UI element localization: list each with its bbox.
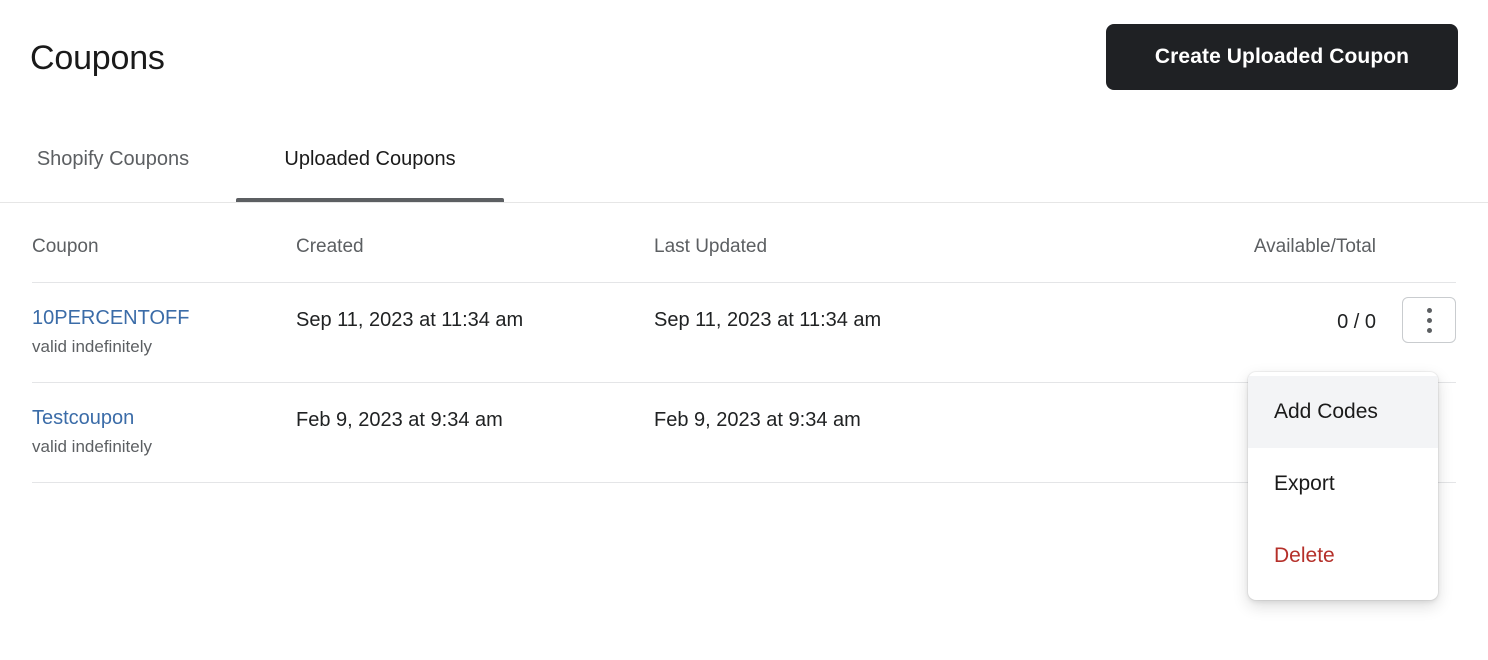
cell-coupon: 10PERCENTOFF valid indefinitely — [32, 282, 296, 383]
last-updated-date: Feb 9, 2023 at 9:34 am — [654, 409, 861, 431]
cell-created: Feb 9, 2023 at 9:34 am — [296, 382, 654, 483]
tab-shopify-coupons[interactable]: Shopify Coupons — [0, 116, 226, 202]
column-header-available-total: Available/Total — [1186, 236, 1376, 283]
menu-item-add-codes[interactable]: Add Codes — [1248, 376, 1438, 448]
table-row: 10PERCENTOFF valid indefinitely Sep 11, … — [32, 282, 1456, 383]
column-header-created: Created — [296, 236, 654, 283]
page-header: Coupons Create Uploaded Coupon — [0, 0, 1488, 116]
page-title: Coupons — [30, 39, 165, 77]
kebab-dot-icon — [1426, 307, 1432, 313]
created-date: Sep 11, 2023 at 11:34 am — [296, 309, 524, 331]
table-header-row: Coupon Created Last Updated Available/To… — [32, 236, 1456, 283]
last-updated-date: Sep 11, 2023 at 11:34 am — [654, 309, 882, 331]
available-total-value: 0 / 0 — [1337, 311, 1376, 333]
cell-last-updated: Feb 9, 2023 at 9:34 am — [654, 382, 1186, 483]
cell-last-updated: Sep 11, 2023 at 11:34 am — [654, 282, 1186, 383]
column-header-actions — [1376, 236, 1456, 283]
menu-item-delete[interactable]: Delete — [1248, 520, 1438, 592]
coupon-link[interactable]: Testcoupon — [32, 405, 296, 431]
row-actions-dropdown-menu: Add Codes Export Delete — [1248, 372, 1438, 600]
menu-item-export[interactable]: Export — [1248, 448, 1438, 520]
table-row: Testcoupon valid indefinitely Feb 9, 202… — [32, 382, 1456, 483]
column-header-last-updated: Last Updated — [654, 236, 1186, 283]
kebab-dot-icon — [1426, 327, 1432, 333]
kebab-dot-icon — [1426, 317, 1432, 323]
cell-available-total: 0 / 0 — [1186, 282, 1376, 383]
coupons-page: Coupons Create Uploaded Coupon Shopify C… — [0, 0, 1488, 660]
tab-uploaded-coupons[interactable]: Uploaded Coupons — [236, 116, 504, 202]
column-header-coupon: Coupon — [32, 236, 296, 283]
coupon-link[interactable]: 10PERCENTOFF — [32, 305, 296, 331]
tab-bar: Shopify Coupons Uploaded Coupons — [0, 116, 1488, 203]
cell-actions — [1376, 282, 1456, 383]
create-uploaded-coupon-button[interactable]: Create Uploaded Coupon — [1106, 24, 1458, 90]
created-date: Feb 9, 2023 at 9:34 am — [296, 409, 503, 431]
coupon-validity: valid indefinitely — [32, 337, 153, 356]
cell-coupon: Testcoupon valid indefinitely — [32, 382, 296, 483]
coupon-validity: valid indefinitely — [32, 437, 153, 456]
coupons-table: Coupon Created Last Updated Available/To… — [32, 236, 1456, 483]
cell-created: Sep 11, 2023 at 11:34 am — [296, 282, 654, 383]
row-actions-kebab-button[interactable] — [1402, 297, 1456, 343]
